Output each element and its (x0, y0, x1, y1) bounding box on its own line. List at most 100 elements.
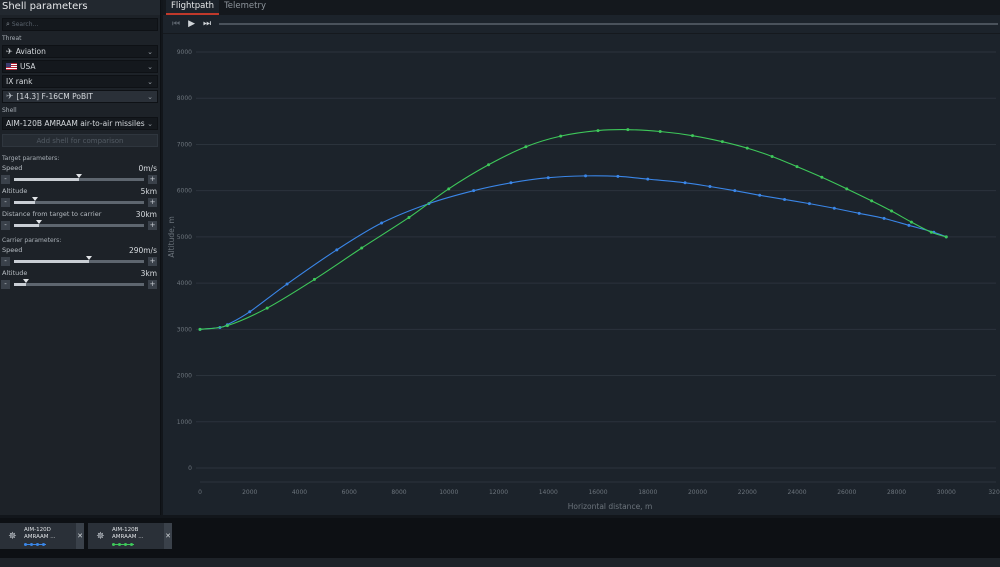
chevron-down-icon: ⌄ (147, 93, 153, 101)
target-parameters-heading: Target parameters: (2, 155, 60, 162)
slider-thumb[interactable] (76, 174, 82, 178)
x-tick-label: 3200 (988, 489, 1000, 496)
rank-value: IX rank (6, 77, 33, 86)
slider-value: 3km (140, 269, 157, 278)
minus-button[interactable]: - (1, 198, 10, 207)
shell-card-line1: AIM-120B (112, 527, 139, 533)
skip-forward-icon[interactable]: ⏭ (203, 19, 211, 29)
data-point (820, 175, 824, 179)
plus-button[interactable]: + (148, 257, 157, 266)
slider-value: 0m/s (138, 164, 157, 173)
slider-track[interactable] (14, 174, 144, 181)
rank-select[interactable]: IX rank ⌄ (2, 75, 158, 88)
data-point (691, 134, 695, 138)
slider[interactable]: - + (0, 220, 160, 231)
slider-fill (14, 201, 35, 204)
x-tick-label: 28000 (887, 489, 906, 496)
add-shell-button[interactable]: Add shell for comparison (2, 134, 158, 147)
data-point (944, 235, 948, 239)
slider-label: Altitude (2, 269, 28, 277)
slider-track[interactable] (14, 256, 144, 263)
slider-label: Distance from target to carrier (2, 210, 102, 218)
slider-label-row: Speed 290m/s (0, 246, 160, 255)
shell-select[interactable]: AIM-120B AMRAAM air-to-air missiles ⌄ (2, 117, 158, 130)
playback-timeline[interactable] (219, 23, 998, 25)
x-tick-label: 16000 (588, 489, 607, 496)
vehicle-value: [14.3] F-16CM PoBIT (16, 92, 93, 101)
chart-svg: 0 1000 2000 3000 4000 5000 6000 7000 8000 9000 0 20… (167, 49, 1000, 511)
x-tick-label: 2000 (242, 489, 257, 496)
shell-card-aim120d[interactable]: ✵ AIM-120D AMRAAM ... ✕ (0, 523, 84, 549)
slider-label-row: Speed 0m/s (0, 164, 160, 173)
slider-label-row: Distance from target to carrier 30km (0, 210, 160, 219)
threat-type-select[interactable]: ✈ Aviation ⌄ (2, 45, 158, 58)
chevron-down-icon: ⌄ (147, 48, 153, 56)
plus-button[interactable]: + (148, 175, 157, 184)
close-icon[interactable]: ✕ (76, 523, 84, 549)
shell-comparison-bar: ✵ AIM-120D AMRAAM ... ✕ ✵ AIM-120B AMRAA… (0, 518, 1000, 567)
play-icon[interactable]: ▶ (188, 19, 195, 29)
plus-button[interactable]: + (148, 221, 157, 230)
data-point (783, 197, 787, 201)
usa-flag-icon (6, 63, 17, 70)
tab-flightpath[interactable]: Flightpath (166, 0, 220, 15)
slider-thumb[interactable] (35, 220, 42, 224)
shell-card-line2: AMRAAM ... (24, 534, 56, 540)
slider-thumb[interactable] (31, 197, 38, 201)
slider-track[interactable] (14, 279, 144, 286)
slider[interactable]: - + (0, 279, 160, 290)
data-point (616, 174, 620, 178)
minus-button[interactable]: - (1, 221, 10, 230)
slider-track[interactable] (14, 197, 144, 204)
data-point (312, 277, 316, 281)
series-line-aim-120b (199, 129, 947, 330)
minus-button[interactable]: - (1, 280, 10, 289)
data-point (559, 134, 563, 138)
slider-track[interactable] (14, 220, 144, 227)
search-input[interactable]: ⌕ Search... (2, 18, 158, 31)
data-point (745, 146, 749, 150)
data-point (285, 282, 289, 286)
data-point (584, 174, 588, 178)
close-icon[interactable]: ✕ (164, 523, 172, 549)
plus-button[interactable]: + (148, 280, 157, 289)
x-tick-label: 12000 (489, 489, 508, 496)
missile-icon: ✵ (96, 530, 105, 542)
playback-controls: ⏮ ▶ ⏭ (163, 15, 1000, 34)
slider[interactable]: - + (0, 174, 160, 185)
tab-bar: Flightpath Telemetry (163, 0, 1000, 15)
minus-button[interactable]: - (1, 257, 10, 266)
x-tick-label: 26000 (837, 489, 856, 496)
slider-thumb[interactable] (86, 256, 93, 260)
slider-value: 30km (135, 210, 157, 219)
legend-dot (36, 543, 39, 546)
y-tick-label: 0 (188, 465, 192, 472)
minus-button[interactable]: - (1, 175, 10, 184)
country-select[interactable]: USA ⌄ (2, 60, 158, 73)
data-point (795, 165, 799, 169)
slider[interactable]: - + (0, 197, 160, 208)
x-tick-label: 24000 (787, 489, 806, 496)
x-tick-label: 20000 (688, 489, 707, 496)
y-tick-label: 5000 (177, 234, 192, 241)
shell-card-aim120b[interactable]: ✵ AIM-120B AMRAAM ... ✕ (88, 523, 172, 549)
vehicle-select[interactable]: ✈ [14.3] F-16CM PoBIT ⌄ (2, 90, 158, 103)
slider[interactable]: - + (0, 256, 160, 267)
shell-card-line2: AMRAAM ... (112, 534, 144, 540)
y-tick-label: 2000 (177, 373, 192, 380)
skip-back-icon[interactable]: ⏮ (172, 19, 180, 29)
data-point (447, 187, 451, 191)
tab-telemetry[interactable]: Telemetry (219, 0, 271, 15)
search-placeholder: Search... (11, 21, 39, 28)
jet-icon: ✈ (6, 91, 14, 102)
data-point (248, 310, 252, 314)
slider-thumb[interactable] (22, 279, 29, 283)
chevron-down-icon: ⌄ (147, 120, 153, 128)
x-tick-label: 0 (198, 489, 202, 496)
slider-fill (14, 224, 39, 227)
y-tick-label: 4000 (177, 280, 192, 287)
slider-label: Speed (2, 164, 23, 172)
chevron-down-icon: ⌄ (147, 63, 153, 71)
plus-button[interactable]: + (148, 198, 157, 207)
x-tick-label: 8000 (391, 489, 406, 496)
